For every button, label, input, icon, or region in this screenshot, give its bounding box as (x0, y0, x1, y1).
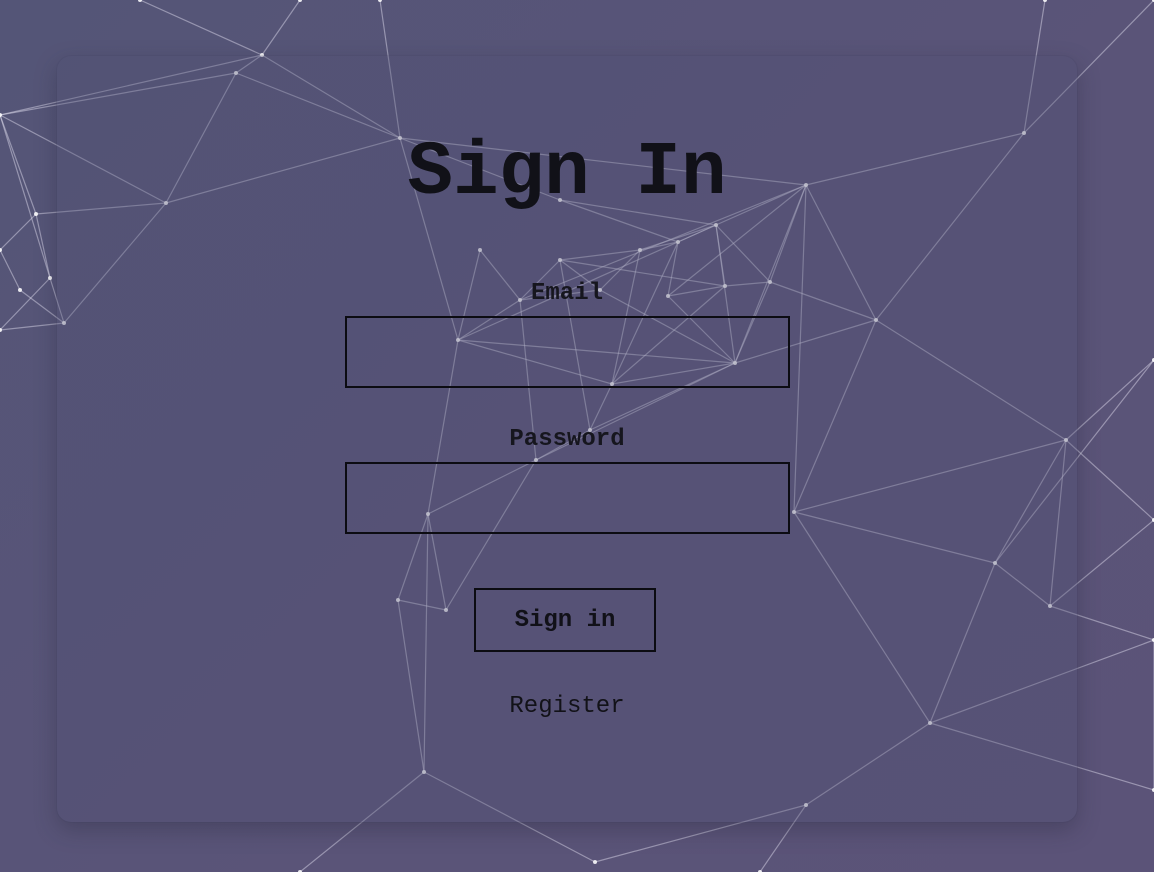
sign-in-form: Sign In Email Password Sign in Register (0, 0, 1154, 872)
password-field[interactable] (345, 462, 790, 534)
sign-in-button[interactable]: Sign in (474, 588, 656, 652)
page-title: Sign In (407, 130, 727, 216)
register-link[interactable]: Register (0, 692, 1134, 722)
email-label: Email (530, 280, 603, 307)
email-field[interactable] (345, 316, 790, 388)
password-label: Password (509, 426, 625, 453)
